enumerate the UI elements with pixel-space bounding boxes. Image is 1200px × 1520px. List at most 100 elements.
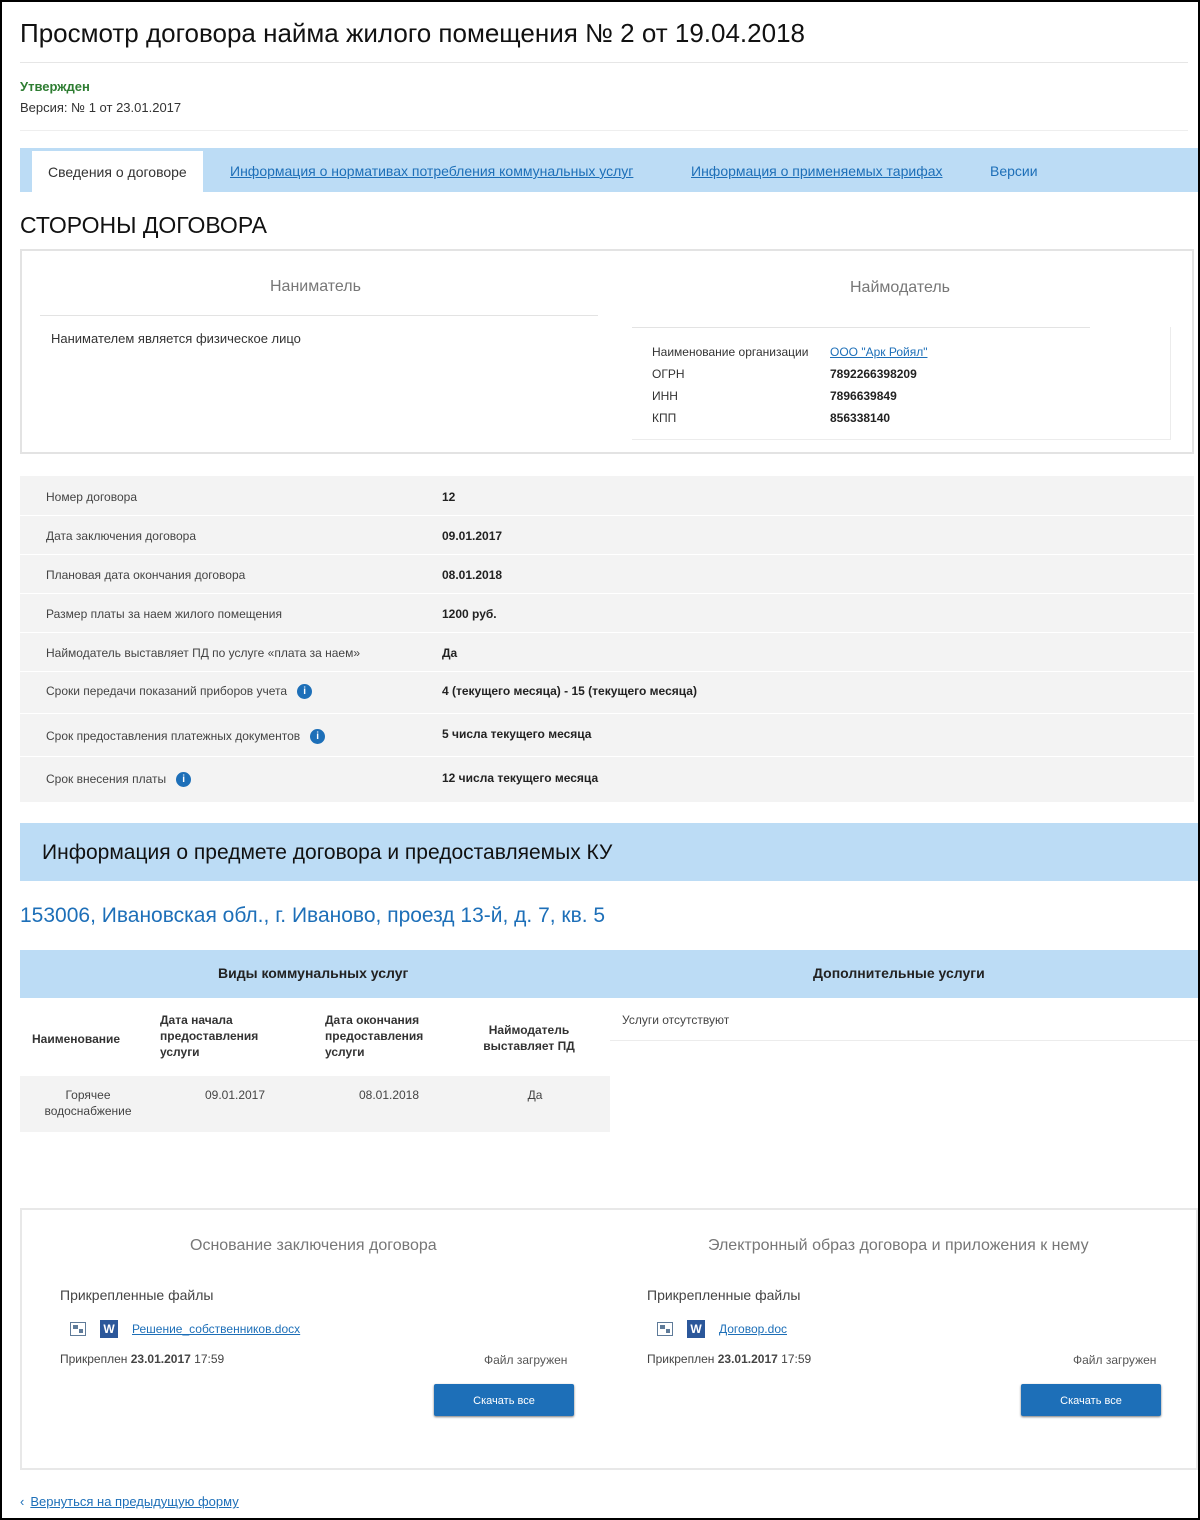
detail-value: 1200 руб. [442,607,497,621]
detail-label: Срок предоставления платежных документов… [46,729,326,745]
cell-pd: Да [527,1088,543,1102]
info-icon[interactable]: i [310,729,326,745]
detail-row: Наймодатель выставляет ПД по услуге «пла… [20,632,1194,672]
ku-header: Виды коммунальных услуг [20,950,610,998]
col-pd: Наймодатель выставляет ПД [483,1023,575,1053]
attached-date: 23.01.2017 [717,1352,778,1366]
tab-consumption-norms[interactable]: Информация о нормативах потребления комм… [230,148,633,192]
documents-panel: Основание заключения договора Прикреплен… [20,1208,1198,1470]
tenant-text: Нанимателем является физическое лицо [51,331,301,346]
detail-row: Срок предоставления платежных документов… [20,714,1194,757]
tab-bar: Сведения о договоре Информация о нормати… [20,148,1198,192]
cell-end: 08.01.2018 [358,1088,420,1102]
detail-value: 12 числа текущего месяца [442,771,599,785]
detail-value: 08.01.2018 [442,568,503,582]
attached-time: 17:59 [781,1352,812,1366]
attached-prefix: Прикреплен [60,1352,128,1366]
detail-row: Номер договора 12 [20,476,1194,516]
attached-time: 17:59 [194,1352,225,1366]
file-preview-icon[interactable] [70,1322,86,1336]
attached-files-label: Прикрепленные файлы [60,1287,214,1303]
extra-header: Дополнительные услуги [610,950,1198,998]
detail-label-text: Срок внесения платы [46,772,167,786]
doc-right-title: Электронный образ договора и приложения … [708,1237,1089,1254]
tab-contract-info[interactable]: Сведения о договоре [32,151,203,192]
org-name-label: Наименование организации [652,345,809,359]
detail-row: Плановая дата окончания договора 08.01.2… [20,554,1194,594]
inn-value: 7896639849 [830,389,897,403]
landlord-org-box: Наименование организации ООО "Арк Ройял"… [632,327,1171,440]
tenant-title: Наниматель [270,278,361,295]
detail-row: Размер платы за наем жилого помещения 12… [20,593,1194,633]
detail-value: 09.01.2017 [442,529,503,543]
detail-label: Наймодатель выставляет ПД по услуге «пла… [46,646,361,660]
word-doc-icon: W [687,1320,705,1338]
status-badge: Утвержден [20,79,90,94]
ogrn-label: ОГРН [652,367,685,381]
detail-label: Номер договора [46,490,137,504]
ogrn-value: 7892266398209 [830,367,917,381]
landlord-title: Наймодатель [850,279,951,296]
file-status: Файл загружен [1073,1353,1157,1367]
doc-left-title: Основание заключения договора [190,1237,437,1254]
detail-label: Плановая дата окончания договора [46,568,246,582]
file-preview-icon[interactable] [657,1322,673,1336]
kpp-label: КПП [652,411,677,425]
kpp-value: 856338140 [830,411,891,425]
detail-row: Сроки передачи показаний приборов учета i… [20,671,1194,714]
inn-label: ИНН [652,389,678,403]
detail-row: Срок внесения платы i 12 числа текущего м… [20,757,1194,801]
table-row: Горячее водоснабжение 09.01.2017 08.01.2… [20,1076,610,1132]
detail-label: Сроки передачи показаний приборов учета i [46,684,313,700]
detail-value: Да [442,646,458,660]
detail-row: Дата заключения договора 09.01.2017 [20,515,1194,555]
divider [20,62,1188,63]
parties-heading: СТОРОНЫ ДОГОВОРА [20,212,267,238]
attached-prefix: Прикреплен [647,1352,715,1366]
info-icon[interactable]: i [297,684,313,700]
back-link[interactable]: Вернуться на предыдущую форму [30,1494,238,1509]
detail-label-text: Сроки передачи показаний приборов учета [46,684,288,698]
contract-details: Номер договора 12 Дата заключения догово… [20,476,1194,802]
extra-none: Услуги отсутствуют [622,1013,730,1027]
attached-files-label: Прикрепленные файлы [647,1287,801,1303]
subject-band: Информация о предмете договора и предост… [20,823,1198,881]
detail-value: 5 числа текущего месяца [442,727,592,741]
version-info: Версия: № 1 от 23.01.2017 [20,100,182,115]
page-title: Просмотр договора найма жилого помещения… [20,18,805,48]
extra-title: Дополнительные услуги [813,965,985,981]
tab-versions[interactable]: Версии [990,148,1038,192]
attached-info: Прикреплен 23.01.2017 17:59 [60,1352,224,1366]
file-link[interactable]: Договор.doc [719,1322,787,1336]
ku-column-headers: Наименование Дата начала предоставления … [20,998,610,1076]
col-end: Дата окончания предоставления услуги [325,1013,424,1059]
col-start: Дата начала предоставления услуги [160,1013,259,1059]
attached-date: 23.01.2017 [130,1352,191,1366]
file-link[interactable]: Решение_собственников.docx [132,1322,300,1336]
back-nav: ‹ Вернуться на предыдущую форму [20,1494,239,1509]
cell-start: 09.01.2017 [204,1088,266,1102]
org-name-link[interactable]: ООО "Арк Ройял" [830,345,927,359]
detail-value: 4 (текущего месяца) - 15 (текущего месяц… [442,684,697,698]
divider [20,130,1188,131]
info-icon[interactable]: i [176,772,192,788]
download-all-button[interactable]: Скачать все [434,1384,574,1416]
divider [40,315,598,316]
tab-tariffs[interactable]: Информация о применяемых тарифах [691,148,943,192]
ku-title: Виды коммунальных услуг [218,965,409,981]
detail-label-text: Срок предоставления платежных документов [46,729,301,743]
download-all-button[interactable]: Скачать все [1021,1384,1161,1416]
services-table: Виды коммунальных услуг Дополнительные у… [20,950,1198,1132]
col-name: Наименование [32,1032,121,1046]
cell-name: Горячее водоснабжение [44,1088,132,1118]
detail-value: 12 [442,490,456,504]
detail-label: Размер платы за наем жилого помещения [46,607,283,621]
file-status: Файл загружен [484,1353,568,1367]
divider [610,1040,1198,1041]
attached-info: Прикреплен 23.01.2017 17:59 [647,1352,811,1366]
subject-heading: Информация о предмете договора и предост… [42,841,613,864]
word-doc-icon: W [100,1320,118,1338]
detail-label: Дата заключения договора [46,529,197,543]
detail-label: Срок внесения платы i [46,772,192,788]
object-address: 153006, Ивановская обл., г. Иваново, про… [20,904,606,927]
